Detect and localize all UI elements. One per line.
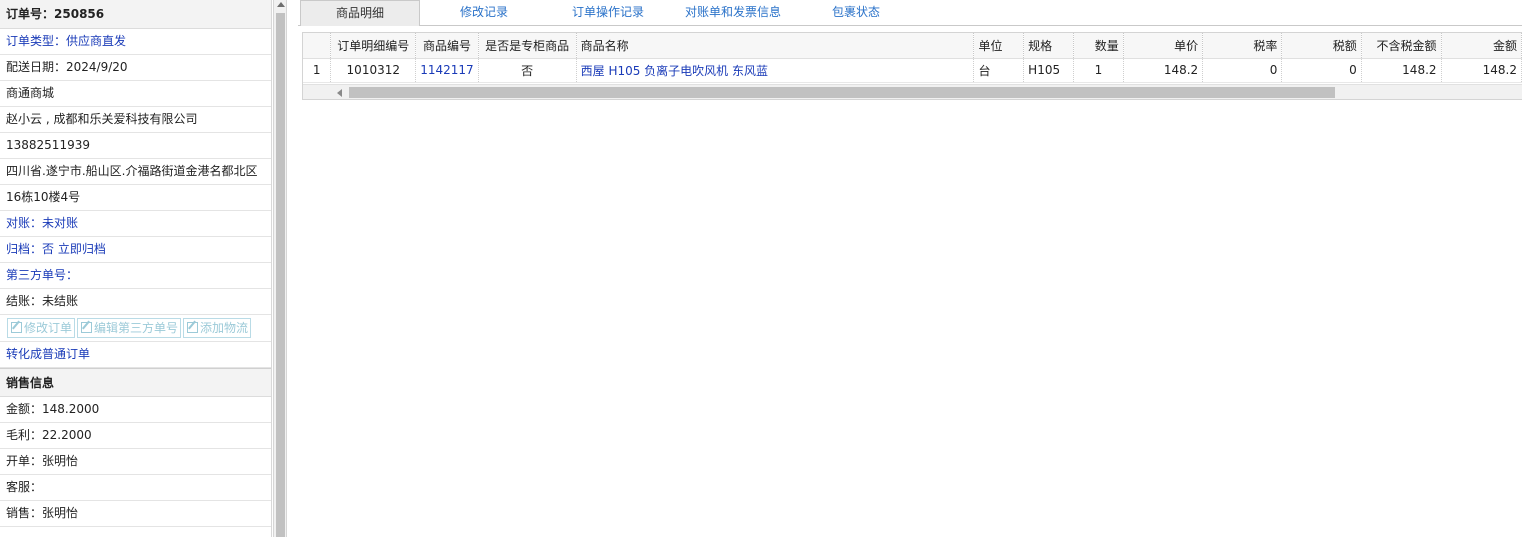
detail-panel: 商品明细 修改记录 订单操作记录 对账单和发票信息 包裹状态 订单明细编号 商品…	[298, 0, 1522, 537]
amount-label: 金额：	[6, 402, 43, 416]
col-header-tax-amount[interactable]: 税额	[1281, 33, 1362, 59]
edit-icon	[81, 322, 93, 333]
product-detail-grid: 订单明细编号 商品编号 是否是专柜商品 商品名称 单位 规格 数量 单价 税率 …	[302, 32, 1522, 100]
edit-order-label: 修改订单	[24, 321, 73, 335]
cell-index: 1	[303, 58, 332, 83]
col-header-counter-product[interactable]: 是否是专柜商品	[478, 33, 577, 59]
left-panel-scrollbar[interactable]	[273, 0, 287, 537]
sales-info-header: 销售信息	[0, 368, 271, 397]
col-header-product-name[interactable]: 商品名称	[576, 33, 975, 59]
col-header-amount-excl-tax[interactable]: 不含税金额	[1361, 33, 1442, 59]
order-type-label: 订单类型：	[6, 34, 67, 48]
opener-row: 开单：张明怡	[0, 449, 271, 475]
archive-label: 归档：	[6, 242, 43, 256]
delivery-date-label: 配送日期：	[6, 60, 67, 74]
order-type-value: 供应商直发	[66, 34, 127, 48]
tab-package-status[interactable]: 包裹状态	[808, 0, 904, 26]
horizontal-scrollbar-thumb[interactable]	[349, 87, 1335, 98]
reconcile-value: 未对账	[42, 216, 79, 230]
third-party-no-row: 第三方单号：	[0, 263, 271, 289]
convert-to-normal-order-link[interactable]: 转化成普通订单	[0, 342, 271, 368]
cell-quantity: 1	[1073, 58, 1124, 83]
edit-third-party-label: 编辑第三方单号	[94, 321, 179, 335]
add-logistics-button[interactable]: 添加物流	[183, 318, 252, 338]
archive-value: 否	[42, 242, 55, 256]
settle-label: 结账：	[6, 294, 43, 308]
phone-row: 13882511939	[0, 133, 271, 159]
delivery-date-row: 配送日期：2024/9/20	[0, 55, 271, 81]
cell-tax-amount: 0	[1281, 58, 1362, 83]
delivery-date-value: 2024/9/20	[66, 60, 128, 74]
edit-third-party-button[interactable]: 编辑第三方单号	[77, 318, 182, 338]
col-header-amount[interactable]: 金额	[1441, 33, 1522, 59]
service-label: 客服：	[6, 480, 43, 494]
edit-order-button[interactable]: 修改订单	[7, 318, 76, 338]
edit-icon	[187, 322, 199, 333]
sales-label: 销售：	[6, 506, 43, 520]
gross-profit-row: 毛利：22.2000	[0, 423, 271, 449]
reconcile-row: 对账：未对账	[0, 211, 271, 237]
order-number-value: 250856	[54, 7, 105, 21]
service-row: 客服：	[0, 475, 271, 501]
order-number-label: 订单号：	[6, 7, 55, 21]
col-header-tax-rate[interactable]: 税率	[1202, 33, 1283, 59]
settle-value: 未结账	[42, 294, 79, 308]
cell-tax-rate: 0	[1202, 58, 1283, 83]
scrollbar-thumb[interactable]	[276, 13, 285, 537]
table-row[interactable]: 1 1010312 1142117 否 西屋 H105 负离子电吹风机 东风蓝 …	[303, 58, 1522, 83]
cell-unit-price: 148.2	[1123, 58, 1204, 83]
add-logistics-label: 添加物流	[200, 321, 249, 335]
tab-order-operation-log[interactable]: 订单操作记录	[548, 0, 668, 26]
cell-product-no-link[interactable]: 1142117	[415, 58, 479, 83]
amount-row: 金额：148.2000	[0, 397, 271, 423]
order-info-panel: 订单号：250856 订单类型：供应商直发 配送日期：2024/9/20 商通商…	[0, 0, 272, 537]
sales-row: 销售：张明怡	[0, 501, 271, 527]
tab-product-details[interactable]: 商品明细	[300, 0, 420, 26]
edit-icon	[11, 322, 22, 333]
tab-bar: 商品明细 修改记录 订单操作记录 对账单和发票信息 包裹状态	[298, 0, 1522, 26]
cell-amount: 148.2	[1441, 58, 1522, 83]
cell-detail-no: 1010312	[330, 58, 417, 83]
gross-profit-label: 毛利：	[6, 428, 43, 442]
address-line2: 16栋10楼4号	[0, 185, 271, 211]
sales-value: 张明怡	[42, 506, 79, 520]
tab-modification-log[interactable]: 修改记录	[428, 0, 540, 26]
customer-row: 赵小云 , 成都和乐关爱科技有限公司	[0, 107, 271, 133]
order-number-header: 订单号：250856	[0, 0, 271, 29]
opener-value: 张明怡	[42, 454, 79, 468]
reconcile-label: 对账：	[6, 216, 43, 230]
cell-product-name-link[interactable]: 西屋 H105 负离子电吹风机 东风蓝	[576, 58, 975, 83]
action-buttons: 修改订单 编辑第三方单号 添加物流	[0, 315, 271, 342]
col-header-index	[303, 33, 332, 59]
col-header-quantity[interactable]: 数量	[1073, 33, 1124, 59]
col-header-unit[interactable]: 单位	[973, 33, 1025, 59]
opener-label: 开单：	[6, 454, 43, 468]
settle-row: 结账：未结账	[0, 289, 271, 315]
grid-horizontal-scrollbar[interactable]	[303, 84, 1522, 99]
scroll-up-arrow-icon[interactable]	[277, 2, 285, 7]
amount-value: 148.2000	[42, 402, 100, 416]
col-header-unit-price[interactable]: 单价	[1123, 33, 1204, 59]
col-header-spec[interactable]: 规格	[1023, 33, 1075, 59]
table-header-row: 订单明细编号 商品编号 是否是专柜商品 商品名称 单位 规格 数量 单价 税率 …	[303, 33, 1522, 59]
scroll-left-arrow-icon[interactable]	[337, 89, 342, 97]
cell-counter-product: 否	[478, 58, 577, 83]
archive-now-link[interactable]: 立即归档	[58, 242, 106, 256]
cell-spec: H105	[1023, 58, 1075, 83]
cell-unit: 台	[973, 58, 1025, 83]
gross-profit-value: 22.2000	[42, 428, 92, 442]
mall-row: 商通商城	[0, 81, 271, 107]
archive-row: 归档：否 立即归档	[0, 237, 271, 263]
address-line1: 四川省.遂宁市.船山区.介福路街道金港名都北区	[0, 159, 271, 185]
product-table: 订单明细编号 商品编号 是否是专柜商品 商品名称 单位 规格 数量 单价 税率 …	[303, 33, 1522, 83]
cell-amount-excl-tax: 148.2	[1361, 58, 1442, 83]
order-type-row: 订单类型：供应商直发	[0, 29, 271, 55]
tab-statement-invoice[interactable]: 对账单和发票信息	[668, 0, 798, 26]
col-header-detail-no[interactable]: 订单明细编号	[330, 33, 417, 59]
col-header-product-no[interactable]: 商品编号	[415, 33, 479, 59]
